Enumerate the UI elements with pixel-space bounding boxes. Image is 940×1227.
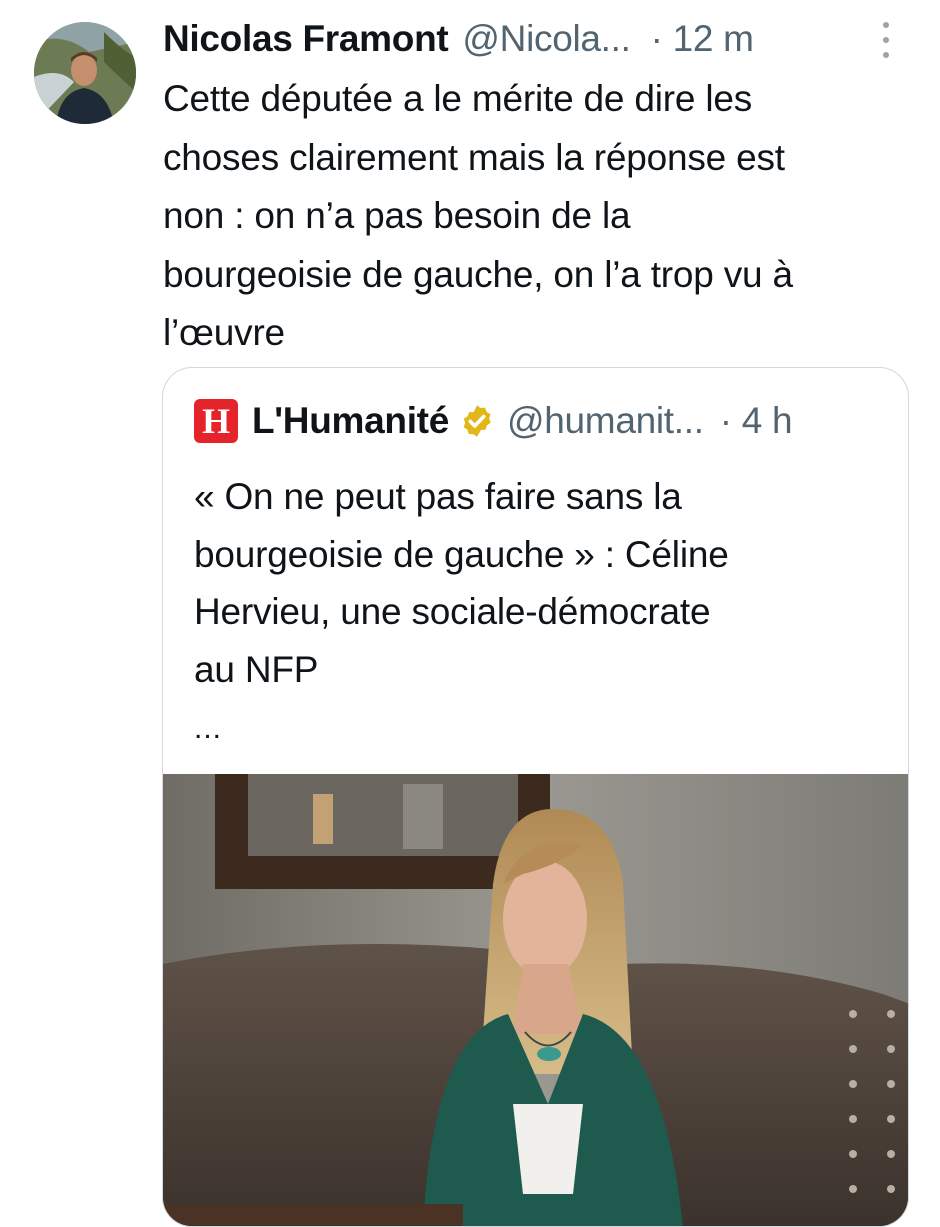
tweet[interactable]: Nicolas Framont @Nicola... · 12 m Cette … — [0, 0, 940, 1227]
quoted-author-handle[interactable]: @humanit... — [507, 400, 704, 442]
tweet-time[interactable]: · 12 m — [651, 18, 754, 60]
humanite-logo-icon: H — [194, 399, 238, 443]
more-vertical-icon[interactable] — [877, 22, 895, 58]
verified-badge-icon — [459, 403, 495, 439]
quoted-tweet-card[interactable]: H L'Humanité @humanit... · 4 h « On ne p… — [162, 367, 909, 1227]
quoted-author-name[interactable]: L'Humanité — [252, 400, 449, 442]
tweet-header: Nicolas Framont @Nicola... · 12 m — [163, 14, 754, 64]
tweet-text: Cette députée a le mérite de dire les ch… — [163, 78, 793, 353]
quoted-tweet-header: H L'Humanité @humanit... · 4 h — [194, 396, 793, 446]
quoted-tweet-ellipsis: ... — [194, 712, 223, 745]
author-handle[interactable]: @Nicola... — [462, 18, 631, 60]
quoted-tweet-text: « On ne peut pas faire sans la bourgeois… — [194, 476, 729, 690]
author-name[interactable]: Nicolas Framont — [163, 18, 449, 60]
quoted-tweet-photo[interactable] — [163, 774, 908, 1226]
quoted-tweet-time[interactable]: · 4 h — [720, 400, 793, 442]
author-avatar[interactable] — [34, 22, 136, 124]
